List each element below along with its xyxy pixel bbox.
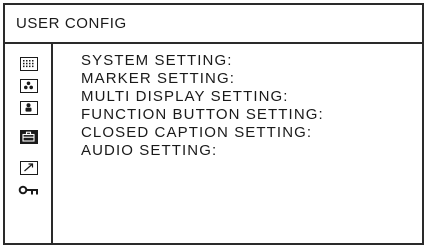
multi-display-setting-item[interactable]: MULTI DISPLAY SETTING: bbox=[81, 88, 289, 105]
system-setting-item[interactable]: SYSTEM SETTING: bbox=[81, 52, 233, 69]
page-title: USER CONFIG bbox=[16, 15, 127, 32]
sidebar-divider bbox=[51, 42, 53, 245]
marker-setting-icon[interactable] bbox=[20, 79, 38, 93]
function-button-setting-item[interactable]: FUNCTION BUTTON SETTING: bbox=[81, 106, 324, 123]
marker-setting-item[interactable]: MARKER SETTING: bbox=[81, 70, 235, 87]
closed-caption-setting-item[interactable]: CLOSED CAPTION SETTING: bbox=[81, 124, 312, 141]
briefcase-icon[interactable] bbox=[20, 130, 38, 144]
key-icon[interactable] bbox=[18, 183, 40, 197]
person-icon[interactable] bbox=[20, 101, 38, 115]
audio-setting-item[interactable]: AUDIO SETTING: bbox=[81, 142, 217, 159]
arrow-icon[interactable] bbox=[20, 161, 38, 175]
system-setting-icon[interactable] bbox=[20, 57, 38, 71]
title-divider bbox=[3, 42, 424, 44]
